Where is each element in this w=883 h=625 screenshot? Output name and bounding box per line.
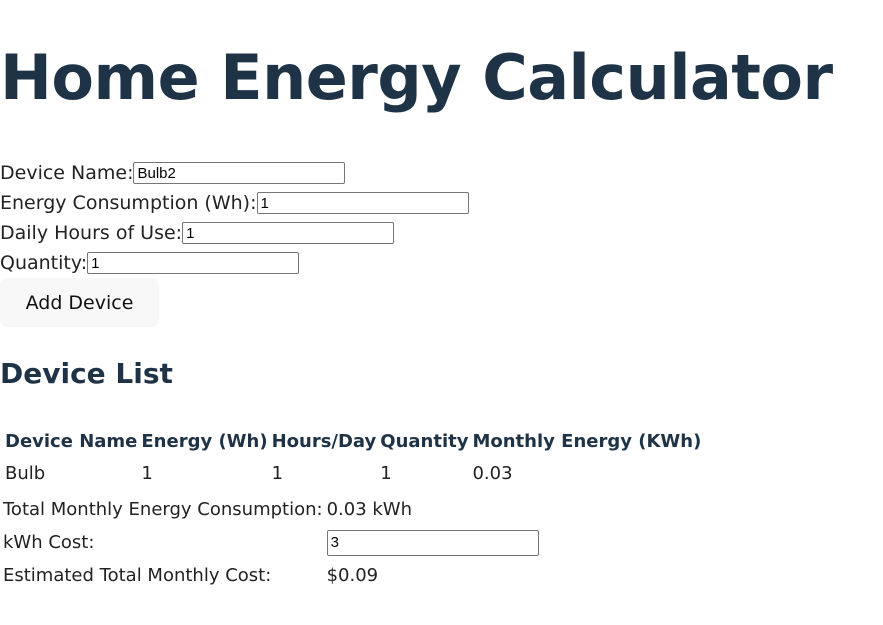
quantity-label: Quantity: — [0, 252, 88, 274]
cell-hours: 1 — [271, 462, 284, 484]
device-name-label: Device Name: — [0, 162, 134, 184]
quantity-row: Quantity: — [0, 248, 469, 278]
table-header-row: Device Name Energy (Wh) Hours/Day Quanti… — [4, 426, 702, 456]
hours-input[interactable] — [182, 222, 395, 244]
estimated-cost-row: Estimated Total Monthly Cost: $0.09 — [2, 560, 540, 591]
add-device-button[interactable]: Add Device — [0, 278, 159, 327]
cell-device-name: Bulb — [5, 462, 46, 484]
cell-monthly-energy: 0.03 — [472, 462, 513, 484]
cell-energy: 1 — [141, 462, 153, 484]
total-energy-label: Total Monthly Energy Consumption: — [3, 499, 323, 520]
column-header-quantity: Quantity — [380, 430, 469, 452]
quantity-input[interactable] — [87, 252, 300, 274]
device-list-heading: Device List — [0, 357, 173, 390]
device-form: Device Name: Energy Consumption (Wh): Da… — [0, 158, 469, 278]
page: Home Energy Calculator Device Name: Ener… — [0, 0, 883, 625]
cell-quantity: 1 — [380, 462, 392, 484]
device-name-input[interactable] — [133, 162, 346, 184]
device-name-row: Device Name: — [0, 158, 469, 188]
column-header-hours: Hours/Day — [271, 430, 377, 452]
kwh-cost-label: kWh Cost: — [3, 532, 95, 553]
table-row: Bulb 1 1 1 0.03 — [4, 458, 702, 488]
hours-row: Daily Hours of Use: — [0, 218, 469, 248]
page-title: Home Energy Calculator — [0, 41, 833, 114]
estimated-cost-value: $0.09 — [326, 565, 379, 586]
total-energy-value: 0.03 kWh — [326, 499, 413, 520]
kwh-cost-cell — [326, 527, 540, 558]
kwh-cost-row: kWh Cost: — [2, 527, 540, 558]
estimated-cost-label: Estimated Total Monthly Cost: — [3, 565, 272, 586]
hours-label: Daily Hours of Use: — [0, 222, 183, 244]
kwh-cost-input[interactable] — [326, 529, 539, 556]
column-header-energy: Energy (Wh) — [141, 430, 268, 452]
device-table: Device Name Energy (Wh) Hours/Day Quanti… — [2, 424, 704, 490]
column-header-device-name: Device Name — [5, 430, 138, 452]
totals-table: Total Monthly Energy Consumption: 0.03 k… — [0, 492, 542, 593]
energy-row: Energy Consumption (Wh): — [0, 188, 469, 218]
column-header-monthly-energy: Monthly Energy (KWh) — [472, 430, 702, 452]
total-energy-row: Total Monthly Energy Consumption: 0.03 k… — [2, 494, 540, 525]
energy-input[interactable] — [256, 192, 469, 214]
energy-label: Energy Consumption (Wh): — [0, 192, 257, 214]
